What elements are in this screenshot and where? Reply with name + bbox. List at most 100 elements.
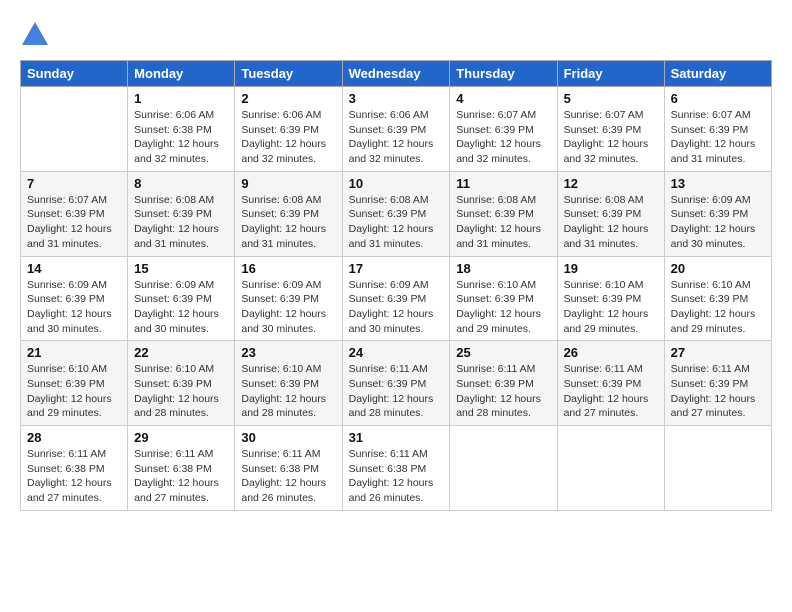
day-info: Sunrise: 6:11 AMSunset: 6:38 PMDaylight:… [27,447,121,506]
day-info: Sunrise: 6:06 AMSunset: 6:39 PMDaylight:… [241,108,335,167]
calendar-week-row: 28 Sunrise: 6:11 AMSunset: 6:38 PMDayligh… [21,426,772,511]
logo [20,20,54,50]
weekday-header: Monday [128,61,235,87]
calendar-day-cell [450,426,557,511]
day-info: Sunrise: 6:08 AMSunset: 6:39 PMDaylight:… [564,193,658,252]
calendar-day-cell: 23Sunrise: 6:10 AMSunset: 6:39 PMDayligh… [235,341,342,426]
calendar-day-cell: 30 Sunrise: 6:11 AMSunset: 6:38 PMDayligh… [235,426,342,511]
calendar-day-cell: 21 Sunrise: 6:10 AMSunset: 6:39 PMDayligh… [21,341,128,426]
calendar-day-cell: 4Sunrise: 6:07 AMSunset: 6:39 PMDaylight… [450,87,557,172]
day-number: 24 [349,345,444,360]
calendar-day-cell: 10 Sunrise: 6:08 AMSunset: 6:39 PMDayligh… [342,171,450,256]
calendar-day-cell: 1 Sunrise: 6:06 AMSunset: 6:38 PMDaylight… [128,87,235,172]
day-number: 10 [349,176,444,191]
calendar-day-cell: 7 Sunrise: 6:07 AMSunset: 6:39 PMDaylight… [21,171,128,256]
calendar-day-cell [664,426,771,511]
day-number: 11 [456,176,550,191]
calendar-day-cell: 29Sunrise: 6:11 AMSunset: 6:38 PMDayligh… [128,426,235,511]
day-number: 27 [671,345,765,360]
day-info: Sunrise: 6:07 AMSunset: 6:39 PMDaylight:… [27,193,121,252]
day-info: Sunrise: 6:07 AMSunset: 6:39 PMDaylight:… [671,108,765,167]
calendar-day-cell: 6 Sunrise: 6:07 AMSunset: 6:39 PMDaylight… [664,87,771,172]
day-info: Sunrise: 6:11 AMSunset: 6:39 PMDaylight:… [564,362,658,421]
day-number: 18 [456,261,550,276]
logo-icon [20,20,50,50]
day-number: 3 [349,91,444,106]
day-number: 6 [671,91,765,106]
calendar-week-row: 21 Sunrise: 6:10 AMSunset: 6:39 PMDayligh… [21,341,772,426]
day-number: 13 [671,176,765,191]
calendar-day-cell: 9Sunrise: 6:08 AMSunset: 6:39 PMDaylight… [235,171,342,256]
day-number: 14 [27,261,121,276]
day-number: 17 [349,261,444,276]
day-number: 12 [564,176,658,191]
day-info: Sunrise: 6:09 AMSunset: 6:39 PMDaylight:… [349,278,444,337]
day-number: 28 [27,430,121,445]
day-number: 23 [241,345,335,360]
calendar-day-cell: 12 Sunrise: 6:08 AMSunset: 6:39 PMDayligh… [557,171,664,256]
day-info: Sunrise: 6:10 AMSunset: 6:39 PMDaylight:… [134,362,228,421]
calendar-day-cell: 20 Sunrise: 6:10 AMSunset: 6:39 PMDayligh… [664,256,771,341]
day-number: 21 [27,345,121,360]
calendar-day-cell: 27 Sunrise: 6:11 AMSunset: 6:39 PMDayligh… [664,341,771,426]
day-info: Sunrise: 6:10 AMSunset: 6:39 PMDaylight:… [27,362,121,421]
weekday-header: Saturday [664,61,771,87]
calendar-day-cell: 3Sunrise: 6:06 AMSunset: 6:39 PMDaylight… [342,87,450,172]
day-info: Sunrise: 6:11 AMSunset: 6:39 PMDaylight:… [349,362,444,421]
day-info: Sunrise: 6:08 AMSunset: 6:39 PMDaylight:… [241,193,335,252]
day-number: 31 [349,430,444,445]
day-number: 5 [564,91,658,106]
day-number: 7 [27,176,121,191]
calendar-week-row: 14 Sunrise: 6:09 AMSunset: 6:39 PMDayligh… [21,256,772,341]
day-info: Sunrise: 6:10 AMSunset: 6:39 PMDaylight:… [564,278,658,337]
calendar-day-cell: 26 Sunrise: 6:11 AMSunset: 6:39 PMDayligh… [557,341,664,426]
day-info: Sunrise: 6:10 AMSunset: 6:39 PMDaylight:… [456,278,550,337]
calendar-day-cell: 19 Sunrise: 6:10 AMSunset: 6:39 PMDayligh… [557,256,664,341]
day-number: 8 [134,176,228,191]
weekday-header: Sunday [21,61,128,87]
weekday-header: Friday [557,61,664,87]
day-info: Sunrise: 6:07 AMSunset: 6:39 PMDaylight:… [564,108,658,167]
day-info: Sunrise: 6:06 AMSunset: 6:38 PMDaylight:… [134,108,228,167]
weekday-header: Wednesday [342,61,450,87]
calendar-week-row: 1 Sunrise: 6:06 AMSunset: 6:38 PMDaylight… [21,87,772,172]
day-info: Sunrise: 6:08 AMSunset: 6:39 PMDaylight:… [456,193,550,252]
page-header [20,20,772,50]
day-info: Sunrise: 6:08 AMSunset: 6:39 PMDaylight:… [349,193,444,252]
day-number: 29 [134,430,228,445]
day-number: 1 [134,91,228,106]
calendar-day-cell: 28 Sunrise: 6:11 AMSunset: 6:38 PMDayligh… [21,426,128,511]
day-number: 22 [134,345,228,360]
day-info: Sunrise: 6:11 AMSunset: 6:38 PMDaylight:… [349,447,444,506]
day-info: Sunrise: 6:10 AMSunset: 6:39 PMDaylight:… [671,278,765,337]
calendar-day-cell: 14Sunrise: 6:09 AMSunset: 6:39 PMDayligh… [21,256,128,341]
day-number: 26 [564,345,658,360]
calendar-day-cell: 24 Sunrise: 6:11 AMSunset: 6:39 PMDayligh… [342,341,450,426]
calendar-header-row: SundayMondayTuesdayWednesdayThursdayFrid… [21,61,772,87]
day-number: 30 [241,430,335,445]
day-info: Sunrise: 6:11 AMSunset: 6:39 PMDaylight:… [671,362,765,421]
calendar-day-cell: 22 Sunrise: 6:10 AMSunset: 6:39 PMDayligh… [128,341,235,426]
day-info: Sunrise: 6:09 AMSunset: 6:39 PMDaylight:… [134,278,228,337]
calendar-table: SundayMondayTuesdayWednesdayThursdayFrid… [20,60,772,511]
calendar-day-cell: 31 Sunrise: 6:11 AMSunset: 6:38 PMDayligh… [342,426,450,511]
calendar-week-row: 7 Sunrise: 6:07 AMSunset: 6:39 PMDaylight… [21,171,772,256]
day-info: Sunrise: 6:11 AMSunset: 6:38 PMDaylight:… [241,447,335,506]
day-number: 2 [241,91,335,106]
day-number: 4 [456,91,550,106]
calendar-day-cell: 17 Sunrise: 6:09 AMSunset: 6:39 PMDayligh… [342,256,450,341]
day-number: 19 [564,261,658,276]
day-number: 16 [241,261,335,276]
calendar-day-cell: 2 Sunrise: 6:06 AMSunset: 6:39 PMDaylight… [235,87,342,172]
calendar-day-cell [21,87,128,172]
day-info: Sunrise: 6:08 AMSunset: 6:39 PMDaylight:… [134,193,228,252]
calendar-day-cell [557,426,664,511]
calendar-day-cell: 8 Sunrise: 6:08 AMSunset: 6:39 PMDaylight… [128,171,235,256]
calendar-day-cell: 18 Sunrise: 6:10 AMSunset: 6:39 PMDayligh… [450,256,557,341]
day-info: Sunrise: 6:11 AMSunset: 6:39 PMDaylight:… [456,362,550,421]
day-number: 15 [134,261,228,276]
calendar-day-cell: 16Sunrise: 6:09 AMSunset: 6:39 PMDayligh… [235,256,342,341]
calendar-day-cell: 25Sunrise: 6:11 AMSunset: 6:39 PMDayligh… [450,341,557,426]
day-number: 20 [671,261,765,276]
calendar-day-cell: 15 Sunrise: 6:09 AMSunset: 6:39 PMDayligh… [128,256,235,341]
